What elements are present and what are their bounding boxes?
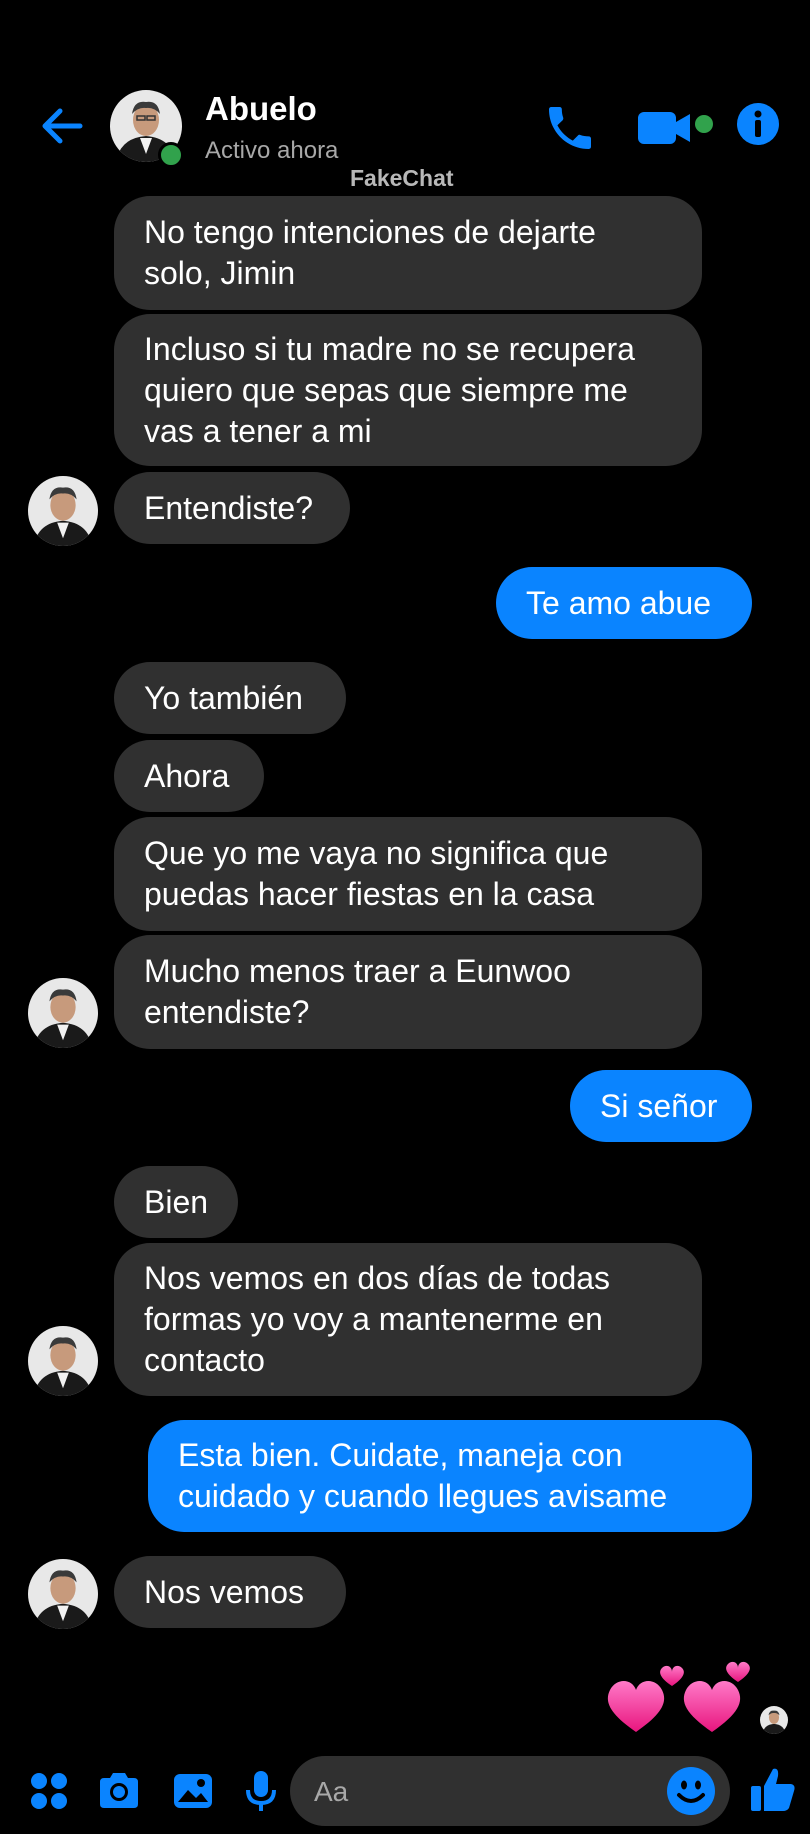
active-status: Activo ahora bbox=[205, 137, 339, 164]
message-bubble-incoming[interactable]: No tengo intenciones de dejarte solo, Ji… bbox=[114, 196, 702, 310]
chat-header: Abuelo Activo ahora FakeChat bbox=[0, 0, 810, 191]
online-status-dot bbox=[158, 142, 184, 168]
message-text: Esta bien. Cuidate, maneja con cuidado y… bbox=[178, 1437, 668, 1514]
message-bubble-outgoing[interactable]: Te amo abue bbox=[496, 567, 752, 639]
message-bubble-incoming[interactable]: Que yo me vaya no significa que puedas h… bbox=[114, 817, 702, 931]
message-bubble-incoming[interactable]: Mucho menos traer a Eunwoo entendiste? bbox=[114, 935, 702, 1049]
message-bubble-incoming[interactable]: Nos vemos en dos días de todas formas yo… bbox=[114, 1243, 702, 1396]
message-text: Nos vemos en dos días de todas formas yo… bbox=[144, 1260, 611, 1378]
microphone-icon[interactable] bbox=[238, 1768, 284, 1814]
message-text: Bien bbox=[144, 1183, 209, 1220]
sender-avatar[interactable] bbox=[28, 1326, 98, 1396]
message-bubble-incoming[interactable]: Bien bbox=[114, 1166, 238, 1238]
message-text: Nos vemos bbox=[144, 1573, 305, 1610]
message-input-placeholder: Aa bbox=[314, 1776, 349, 1807]
message-text: Que yo me vaya no significa que puedas h… bbox=[144, 835, 609, 912]
phone-icon[interactable] bbox=[542, 100, 598, 156]
two-hearts-emoji[interactable] bbox=[604, 1658, 764, 1738]
seen-avatar bbox=[760, 1706, 788, 1734]
message-text: Incluso si tu madre no se recupera quier… bbox=[144, 330, 635, 449]
emoji-icon[interactable] bbox=[666, 1766, 716, 1816]
message-text: Si señor bbox=[600, 1087, 718, 1124]
message-text: Te amo abue bbox=[526, 584, 712, 621]
thumbs-up-icon[interactable] bbox=[748, 1764, 798, 1814]
message-bubble-incoming[interactable]: Entendiste? bbox=[114, 472, 350, 544]
gallery-icon[interactable] bbox=[170, 1768, 216, 1814]
message-input[interactable]: Aa bbox=[290, 1756, 730, 1826]
message-bubble-outgoing[interactable]: Esta bien. Cuidate, maneja con cuidado y… bbox=[148, 1420, 752, 1532]
back-arrow-icon[interactable] bbox=[36, 100, 88, 152]
message-text: Yo también bbox=[144, 679, 303, 716]
sender-avatar[interactable] bbox=[28, 476, 98, 546]
video-camera-icon[interactable] bbox=[636, 106, 716, 150]
sender-avatar[interactable] bbox=[28, 1559, 98, 1629]
sender-avatar[interactable] bbox=[28, 978, 98, 1048]
composer-bar: Aa bbox=[0, 1750, 810, 1834]
message-bubble-incoming[interactable]: Incluso si tu madre no se recupera quier… bbox=[114, 314, 702, 466]
message-bubble-incoming[interactable]: Nos vemos bbox=[114, 1556, 346, 1628]
message-bubble-incoming[interactable]: Ahora bbox=[114, 740, 264, 812]
message-text: Ahora bbox=[144, 757, 230, 794]
camera-icon[interactable] bbox=[96, 1768, 142, 1814]
contact-name[interactable]: Abuelo bbox=[205, 90, 317, 128]
message-bubble-incoming[interactable]: Yo también bbox=[114, 662, 346, 734]
apps-grid-icon[interactable] bbox=[26, 1768, 72, 1814]
info-icon[interactable] bbox=[736, 102, 780, 146]
message-text: Entendiste? bbox=[144, 489, 314, 526]
message-text: No tengo intenciones de dejarte solo, Ji… bbox=[144, 214, 596, 291]
watermark: FakeChat bbox=[350, 165, 454, 191]
message-bubble-outgoing[interactable]: Si señor bbox=[570, 1070, 752, 1142]
message-text: Mucho menos traer a Eunwoo entendiste? bbox=[144, 953, 571, 1030]
